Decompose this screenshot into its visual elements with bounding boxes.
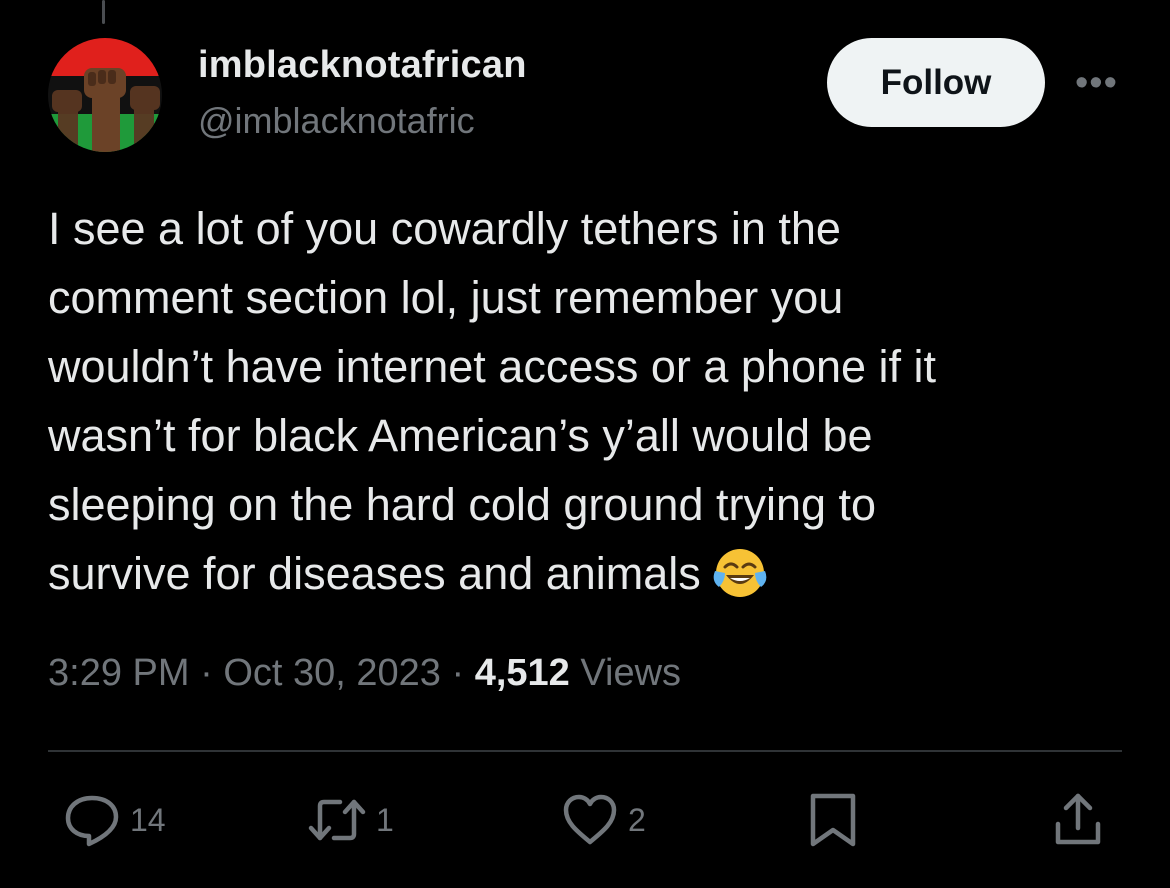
repost-icon: [306, 790, 368, 850]
author-display-name[interactable]: imblacknotafrican: [198, 44, 527, 87]
tweet-text-line: wouldn’t have internet access or a phone…: [48, 341, 937, 392]
tweet-text-last-line: survive for diseases and animals: [48, 539, 1128, 608]
meta-separator: ·: [440, 652, 475, 694]
raised-fists-flag-icon: [48, 38, 162, 152]
views-label: Views: [569, 652, 682, 694]
bookmark-icon: [806, 790, 860, 850]
like-button[interactable]: 2: [560, 790, 646, 850]
tweet-text-line: survive for diseases and animals: [48, 548, 701, 599]
repost-count: 1: [376, 801, 394, 838]
tweet-text-line: I see a lot of you cowardly tethers in t…: [48, 203, 841, 254]
meta-separator: ·: [189, 652, 224, 694]
bookmark-button[interactable]: [806, 790, 860, 850]
avatar[interactable]: [48, 38, 162, 152]
follow-button[interactable]: Follow: [827, 38, 1045, 127]
tweet-date[interactable]: Oct 30, 2023: [223, 652, 441, 694]
reply-count: 14: [130, 801, 166, 838]
reply-button[interactable]: 14: [62, 790, 166, 850]
more-options-icon[interactable]: •••: [1075, 64, 1118, 102]
tweet-time[interactable]: 3:29 PM: [48, 652, 190, 694]
tweet-text: I see a lot of you cowardly tethers in t…: [48, 194, 1128, 608]
author-handle[interactable]: @imblacknotafric: [198, 100, 475, 142]
tweet-metadata: 3:29 PM · Oct 30, 2023 · 4,512 Views: [48, 652, 681, 695]
share-button[interactable]: [1050, 790, 1106, 850]
repost-button[interactable]: 1: [306, 790, 394, 850]
reply-icon: [62, 790, 122, 850]
tweet-text-line: sleeping on the hard cold ground trying …: [48, 479, 877, 530]
tweet-text-line: wasn’t for black American’s y’all would …: [48, 410, 873, 461]
views-count[interactable]: 4,512: [475, 652, 570, 694]
face-with-tears-of-joy-icon: [711, 547, 769, 599]
divider: [48, 750, 1122, 752]
share-icon: [1050, 790, 1106, 850]
heart-icon: [560, 790, 620, 850]
thread-connector-line: [102, 0, 105, 24]
like-count: 2: [628, 801, 646, 838]
tweet-text-line: comment section lol, just remember you: [48, 272, 844, 323]
